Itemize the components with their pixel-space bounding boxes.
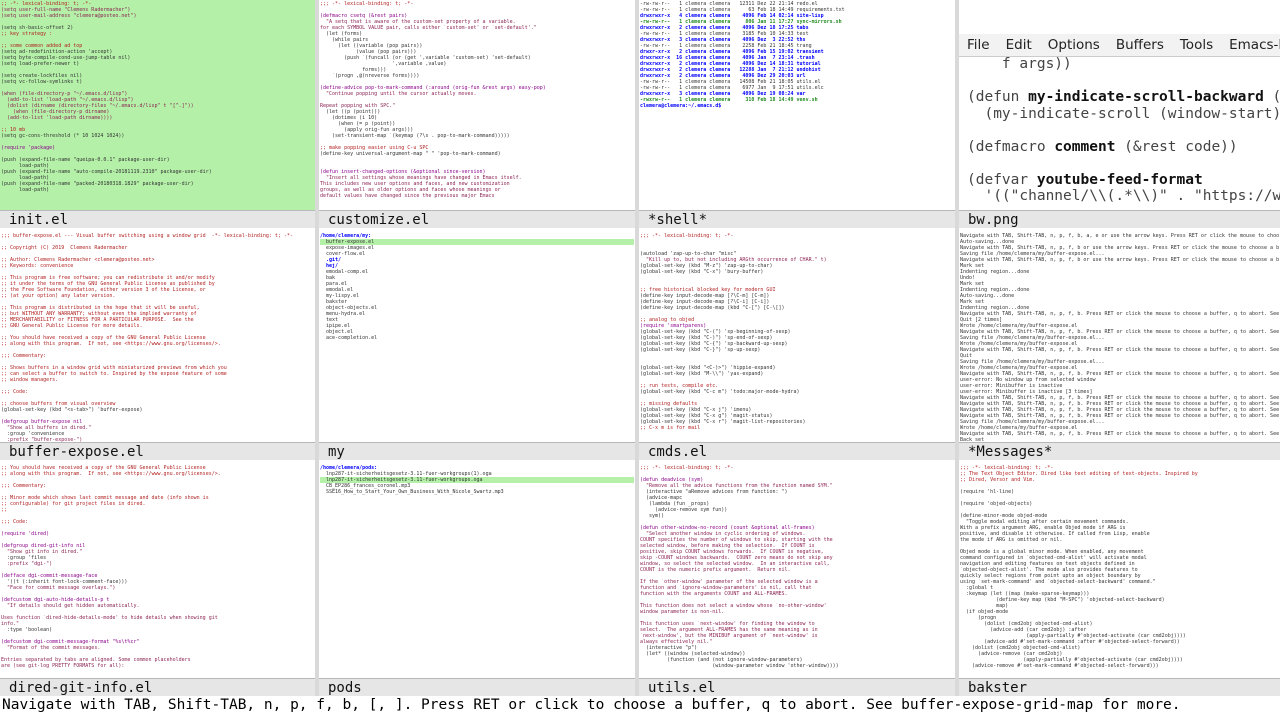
buffer-name-label: my [319,442,635,460]
buffer-content: ;; You should have received a copy of th… [0,464,315,678]
buffer-content: ;;; -*- lexical-binding: t; -*- (autoload… [639,232,955,442]
buffer-name-label: pods [319,678,635,696]
window-messages[interactable]: Navigate with TAB, Shift-TAB, n, p, f, b… [959,232,1280,460]
buffer-line: Navigate with TAB, Shift-TAB, n, p, f, b… [960,311,1279,317]
buffer-content: ;;; -*- lexical-binding: t; -*- (defmacro… [319,0,635,210]
buffer-line: ace-completion.el [320,335,378,341]
window-dired-git-info-el[interactable]: ;; You should have received a copy of th… [0,464,315,696]
buffer-content: -rw-rw-r-- 1 clemera clemera 12311 Dez 2… [639,0,955,210]
buffer-content: ;;; buffer-expose.el --- Visual buffer s… [0,232,315,442]
window-my[interactable]: /home/clemera/my: buffer-expose.el expos… [319,232,635,460]
buffer-content: Navigate with TAB, Shift-TAB, n, p, f, b… [959,232,1280,442]
menu-item: Tools [1179,37,1214,53]
buffer-name-label: cmds.el [639,442,955,460]
echo-area: Navigate with TAB, Shift-TAB, n, p, f, b… [2,697,1181,713]
window-init-el[interactable]: ;; -*- lexical-binding: t; -*- (setq user… [0,0,315,228]
buffer-content: ;;; -*- lexical-binding: t; -*- (defun de… [639,464,955,678]
window-divider [315,0,319,696]
buffer-line: default values have changed since the pr… [320,193,495,199]
buffer-content: ;; -*- lexical-binding: t; -*- (setq user… [0,0,315,210]
buffer-name-label: bw.png [959,210,1280,228]
menu-item: File [967,37,990,53]
buffer-line: Navigate with TAB, Shift-TAB, n, p, f, b… [960,347,1279,353]
image-titlebar [959,0,1280,34]
window-shell[interactable]: -rw-rw-r-- 1 clemera clemera 12311 Dez 2… [639,0,955,228]
code-line: (defun my-indicate-scroll-backward (f [967,89,1280,105]
menu-item: Buffers [1115,37,1164,53]
window-customize-el[interactable]: ;;; -*- lexical-binding: t; -*- (defmacro… [319,0,635,228]
buffer-line: are (see git-log PRETTY FORMATS for all)… [1,663,125,669]
window-cmds-el[interactable]: ;;; -*- lexical-binding: t; -*- (autoload… [639,232,955,460]
buffer-line: load-path) [1,187,50,193]
window-divider [635,0,639,696]
buffer-name-label: buffer-expose.el [0,442,315,460]
buffer-content: ;;; -*- lexical-binding: t; -*-;; The Te… [959,464,1280,678]
window-pods[interactable]: /home/clemera/pods: lnp287-it-sicherheit… [319,464,635,696]
code-line: f args)) [967,56,1072,72]
menu-bar: File Edit Options Buffers Tools Emacs-Lisp [959,34,1280,57]
buffer-line: ;;; buffer-expose.el --- Visual buffer s… [1,233,293,239]
code-line: (defmacro comment (&rest code)) [967,138,1238,155]
buffer-content: /home/clemera/pods: lnp287-it-sicherheit… [319,464,635,678]
buffer-content: File Edit Options Buffers Tools Emacs-Lisp f … [959,0,1280,210]
buffer-name-label: *shell* [639,210,955,228]
buffer-name-label: customize.el [319,210,635,228]
window-bakster[interactable]: ;;; -*- lexical-binding: t; -*-;; The Te… [959,464,1280,696]
buffer-line: ;; C-x m is for mail [640,425,701,431]
buffer-line: SSE16_How_to_Start_Your_Own_Business_Wit… [320,489,504,495]
buffer-name-label: init.el [0,210,315,228]
menu-item: Edit [1005,37,1032,53]
buffer-line: clemera@clemera:~/.emacs.d$ [640,103,722,109]
window-utils-el[interactable]: ;;; -*- lexical-binding: t; -*- (defun de… [639,464,955,696]
code-view: f args)) (defun my-indicate-scroll-backwa… [967,56,1280,205]
code-line: '(("channel/\\(.*\\)" . "https://www [967,188,1280,204]
menu-item: Options [1047,37,1100,53]
menu-item: Emacs-Lisp [1229,37,1280,53]
buffer-name-label: dired-git-info.el [0,678,315,696]
window-buffer-expose-el[interactable]: ;;; buffer-expose.el --- Visual buffer s… [0,232,315,460]
buffer-line: Navigate with TAB, Shift-TAB, n, p, f, b… [960,257,1279,263]
window-divider [955,0,959,696]
buffer-name-label: bakster [959,678,1280,696]
window-grid: ;; -*- lexical-binding: t; -*- (setq user… [0,0,1280,696]
buffer-line: Navigate with TAB, Shift-TAB, n, p, f, b… [960,431,1279,437]
window-bw-png[interactable]: File Edit Options Buffers Tools Emacs-Lisp f … [959,0,1280,228]
buffer-line: (window-parameter window 'other-window))… [640,663,839,669]
code-line: (my-indicate-scroll (window-start) f [967,105,1280,122]
buffer-content: /home/clemera/my: buffer-expose.el expos… [319,232,635,442]
code-line: (defvar youtube-feed-format [967,171,1203,188]
buffer-name-label: *Messages* [959,442,1280,460]
buffer-name-label: utils.el [639,678,955,696]
buffer-line: (advice-remove #'set-mark-command #'obje… [960,663,1159,669]
